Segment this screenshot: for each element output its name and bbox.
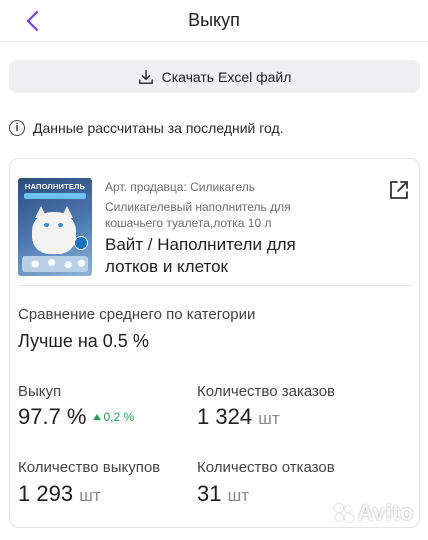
data-period-text: Данные рассчитаны за последний год. (33, 120, 284, 136)
avito-watermark-text: Avito (357, 500, 414, 525)
buyouts-count-label: Количество выкупов (18, 459, 161, 476)
refusals-count-row: 31 шт (197, 481, 249, 507)
product-name[interactable]: Вайт / Наполнители для лотков и клеток (105, 234, 335, 278)
product-stats-card: НАПОЛНИТЕЛЬ Арт. продавца: Силикагель Си… (9, 158, 420, 528)
category-comparison-label: Сравнение среднего по категории (18, 306, 256, 323)
category-comparison-value: Лучше на 0.5 % (18, 331, 149, 351)
avito-logo-icon (335, 504, 354, 522)
top-bar: Выкуп (0, 0, 428, 42)
trend-up-icon (92, 414, 101, 420)
product-image[interactable]: НАПОЛНИТЕЛЬ (18, 178, 92, 276)
buyouts-count-row: 1 293 шт (18, 481, 101, 507)
page-title: Выкуп (188, 10, 240, 30)
product-image-text: НАПОЛНИТЕЛЬ (24, 182, 86, 191)
download-excel-label: Скачать Excel файл (161, 68, 292, 85)
refusals-count-unit: шт (227, 486, 250, 505)
buyout-delta: 0,2 % (92, 410, 135, 424)
info-icon: i (9, 120, 25, 136)
avito-watermark: Avito (335, 500, 414, 526)
download-icon (138, 69, 153, 84)
refusals-count-value: 31 (197, 481, 222, 506)
buyouts-count-unit: шт (79, 486, 101, 505)
orders-count-unit: шт (258, 409, 280, 428)
divider (18, 285, 413, 286)
buyout-delta-value: 0,2 % (103, 410, 135, 424)
buyout-label: Выкуп (18, 383, 62, 400)
buyout-value-row: 97.7 % 0,2 % (18, 404, 134, 430)
product-description: Силикагелевый наполнитель для кошачьего … (105, 200, 291, 230)
download-excel-button[interactable]: Скачать Excel файл (9, 60, 420, 93)
orders-count-row: 1 324 шт (197, 404, 280, 430)
data-period-note: i Данные рассчитаны за последний год. (9, 120, 284, 136)
refusals-count-label: Количество отказов (197, 459, 335, 476)
external-link-icon (390, 181, 408, 199)
buyout-value: 97.7 % (18, 404, 87, 429)
orders-count-value: 1 324 (197, 404, 253, 429)
open-product-button[interactable] (388, 179, 410, 201)
orders-count-label: Количество заказов (197, 383, 336, 400)
vendor-code: Арт. продавца: Силикагель (105, 180, 255, 194)
buyouts-count-value: 1 293 (18, 481, 74, 506)
